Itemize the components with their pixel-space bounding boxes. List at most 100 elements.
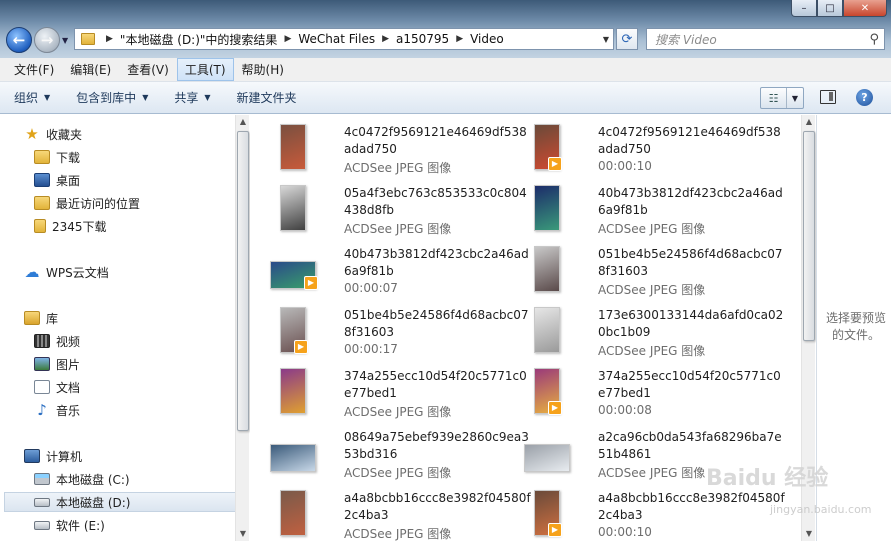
file-item[interactable]: ▶ a4a8bcbb16ccc8e3982f04580f2c4ba3 00:00:1… — [524, 490, 785, 541]
nav-videos[interactable]: 视频 — [34, 331, 80, 351]
file-item[interactable]: 374a255ecc10d54f20c5771c0e77bed1 ACDSee J… — [270, 368, 527, 426]
file-name: a2ca96cb0da543fa68296ba7e51b4861 — [598, 430, 782, 461]
file-name: 05a4f3ebc763c853533c0c804438d8fb — [344, 186, 527, 217]
system-drive-icon — [34, 473, 50, 485]
file-item[interactable]: 40b473b3812df423cbc2a46ad6a9f81b ACDSee J… — [524, 185, 783, 243]
scroll-up-icon[interactable]: ▲ — [802, 115, 816, 129]
file-name: 051be4b5e24586f4d68acbc078f31603 — [598, 247, 783, 278]
chevron-right-icon[interactable]: ▶ — [284, 34, 291, 44]
file-item[interactable]: 4c0472f9569121e46469df538adad750 ACDSee J… — [270, 124, 527, 182]
search-box[interactable]: 搜索 Video ⚲ — [646, 28, 885, 50]
file-name: 173e6300133144da6afd0ca020bc1b09 — [598, 308, 784, 339]
nav-label: 视频 — [56, 334, 81, 349]
nav-desktop[interactable]: 桌面 — [34, 170, 80, 190]
close-button[interactable]: ✕ — [843, 0, 887, 17]
video-play-icon: ▶ — [548, 523, 562, 537]
video-play-icon: ▶ — [548, 157, 562, 171]
file-name: 374a255ecc10d54f20c5771c0e77bed1 — [344, 369, 527, 400]
refresh-button[interactable]: ⟳ — [616, 28, 638, 50]
nav-drive-e[interactable]: 软件 (E:) — [34, 515, 105, 535]
scroll-down-icon[interactable]: ▼ — [802, 527, 816, 541]
nav-recent-places[interactable]: 最近访问的位置 — [34, 193, 140, 213]
nav-label: WPS云文档 — [46, 265, 109, 280]
scroll-down-icon[interactable]: ▼ — [236, 527, 250, 541]
organize-button[interactable]: 组织 ▼ — [14, 89, 50, 106]
minimize-button[interactable]: – — [791, 0, 817, 17]
nav-libraries[interactable]: 库 — [24, 308, 58, 328]
scrollbar-thumb[interactable] — [803, 131, 815, 341]
menu-file[interactable]: 文件(F) — [6, 58, 62, 81]
video-play-icon: ▶ — [304, 276, 318, 290]
file-duration: 00:00:10 — [598, 159, 652, 173]
breadcrumb-a150795[interactable]: a150795 — [396, 32, 449, 46]
cloud-icon: ☁ — [24, 263, 40, 281]
nav-wps-cloud[interactable]: ☁ WPS云文档 — [24, 262, 109, 282]
scroll-up-icon[interactable]: ▲ — [236, 115, 250, 129]
chevron-right-icon[interactable]: ▶ — [106, 34, 113, 44]
nav-pictures[interactable]: 图片 — [34, 354, 80, 374]
file-item[interactable]: ▶ 374a255ecc10d54f20c5771c0e77bed1 00:00:0… — [524, 368, 781, 426]
arrow-right-icon: → — [40, 31, 54, 49]
file-thumbnail — [270, 444, 316, 472]
video-play-icon: ▶ — [548, 401, 562, 415]
address-dropdown-icon[interactable]: ▼ — [603, 35, 609, 44]
folder-icon — [34, 219, 46, 233]
new-folder-label: 新建文件夹 — [236, 91, 297, 105]
nav-favorites[interactable]: ★ 收藏夹 — [24, 124, 82, 144]
file-type: ACDSee JPEG 图像 — [598, 222, 706, 236]
help-icon[interactable]: ? — [856, 89, 873, 106]
new-folder-button[interactable]: 新建文件夹 — [237, 89, 297, 106]
file-item[interactable]: a4a8bcbb16ccc8e3982f04580f2c4ba3 ACDSee J… — [270, 490, 531, 541]
address-bar[interactable]: ▶ "本地磁盘 (D:)"中的搜索结果 ▶ WeChat Files ▶ a15… — [74, 28, 614, 50]
nav-label: 2345下载 — [52, 219, 107, 234]
search-icon[interactable]: ⚲ — [869, 32, 879, 47]
file-item[interactable]: 05a4f3ebc763c853533c0c804438d8fb ACDSee J… — [270, 185, 527, 243]
file-type: ACDSee JPEG 图像 — [598, 344, 706, 358]
file-item[interactable]: ▶ 40b473b3812df423cbc2a46ad6a9f81b 00:00:0… — [270, 246, 529, 304]
back-button[interactable]: ← — [6, 27, 32, 53]
recent-places-icon — [34, 196, 50, 210]
file-item[interactable]: ▶ 4c0472f9569121e46469df538adad750 00:00:1… — [524, 124, 781, 182]
file-name: 40b473b3812df423cbc2a46ad6a9f81b — [344, 247, 529, 278]
command-bar: 组织 ▼ 包含到库中 ▼ 共享 ▼ 新建文件夹 ☷ ▼ ? — [0, 82, 891, 114]
file-type: ACDSee JPEG 图像 — [344, 161, 452, 175]
nav-downloads[interactable]: 下载 — [34, 147, 80, 167]
downloads-folder-icon — [34, 150, 50, 164]
baidu-watermark: Baidu 经验 — [706, 466, 829, 491]
breadcrumb-search-results[interactable]: "本地磁盘 (D:)"中的搜索结果 — [120, 31, 278, 48]
file-item[interactable]: 08649a75ebef939e2860c9ea353bd316 ACDSee J… — [270, 429, 529, 487]
breadcrumb-video[interactable]: Video — [470, 32, 504, 46]
forward-button[interactable]: → — [34, 27, 60, 53]
breadcrumb-wechat-files[interactable]: WeChat Files — [298, 32, 375, 46]
chevron-right-icon[interactable]: ▶ — [456, 34, 463, 44]
nav-2345-downloads[interactable]: 2345下载 — [34, 216, 107, 236]
scrollbar-thumb[interactable] — [237, 131, 249, 431]
chevron-down-icon[interactable]: ▼ — [787, 94, 803, 103]
recent-pages-dropdown[interactable]: ▼ — [62, 36, 68, 45]
preview-pane-icon[interactable] — [820, 90, 836, 104]
file-item[interactable]: ▶ 051be4b5e24586f4d68acbc078f31603 00:00:1… — [270, 307, 529, 365]
share-button[interactable]: 共享 ▼ — [174, 89, 210, 106]
nav-drive-c[interactable]: 本地磁盘 (C:) — [34, 469, 130, 489]
music-note-icon: ♪ — [37, 401, 47, 419]
nav-drive-d[interactable]: 本地磁盘 (D:) — [4, 492, 236, 512]
menu-edit[interactable]: 编辑(E) — [62, 58, 119, 81]
nav-label: 文档 — [56, 380, 81, 395]
file-item[interactable]: 173e6300133144da6afd0ca020bc1b09 ACDSee J… — [524, 307, 783, 365]
file-item[interactable]: 051be4b5e24586f4d68acbc078f31603 ACDSee J… — [524, 246, 783, 304]
nav-music[interactable]: ♪ 音乐 — [34, 400, 80, 420]
menu-view[interactable]: 查看(V) — [119, 58, 177, 81]
menu-tools[interactable]: 工具(T) — [176, 58, 234, 81]
maximize-button[interactable]: □ — [817, 0, 843, 17]
nav-label: 库 — [46, 311, 59, 326]
file-thumbnail — [524, 444, 570, 472]
navigation-scrollbar[interactable]: ▲ ▼ — [235, 115, 249, 541]
include-in-library-button[interactable]: 包含到库中 ▼ — [76, 89, 148, 106]
nav-documents[interactable]: 文档 — [34, 377, 80, 397]
menu-help[interactable]: 帮助(H) — [234, 58, 292, 81]
breadcrumb: ▶ "本地磁盘 (D:)"中的搜索结果 ▶ WeChat Files ▶ a15… — [99, 31, 504, 48]
nav-computer[interactable]: 计算机 — [24, 446, 82, 466]
chevron-right-icon[interactable]: ▶ — [382, 34, 389, 44]
change-view-button[interactable]: ☷ ▼ — [760, 87, 804, 109]
nav-label: 本地磁盘 (D:) — [56, 495, 131, 510]
